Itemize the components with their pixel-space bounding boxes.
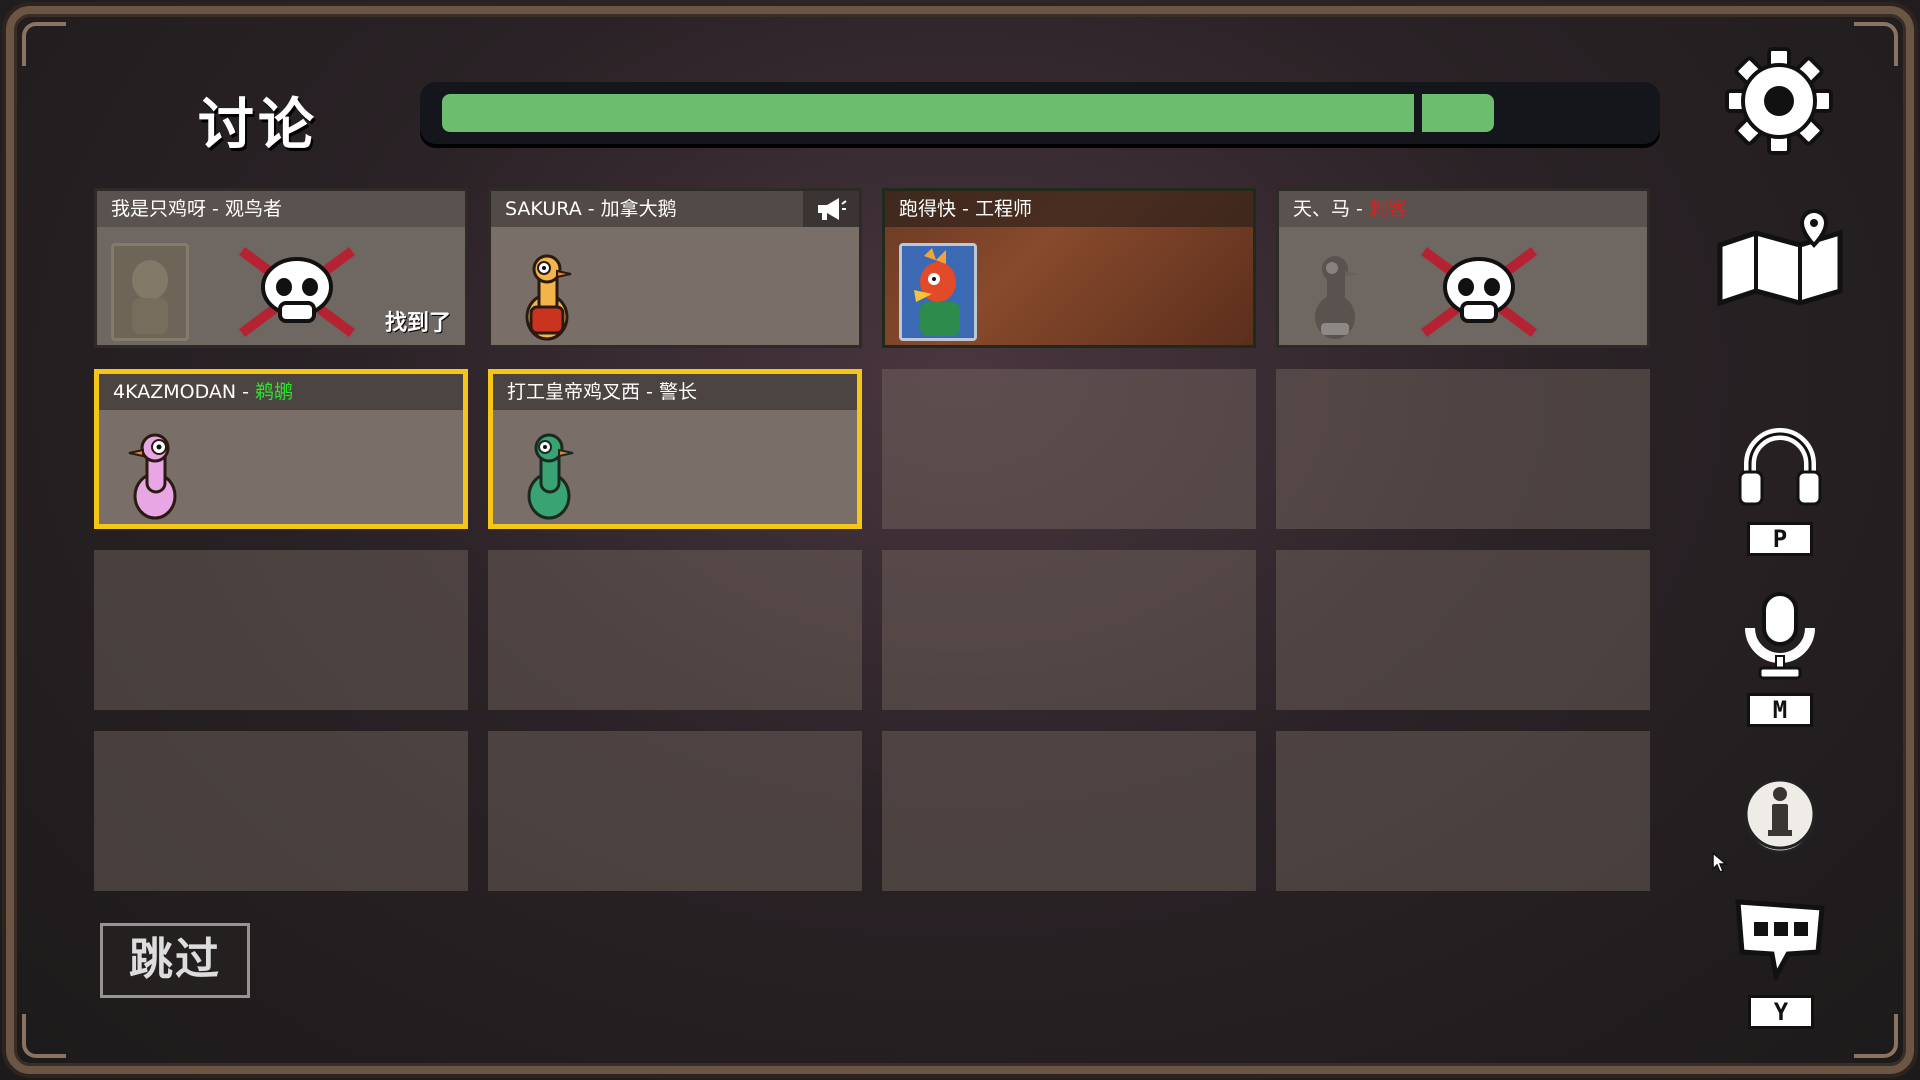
discussion-timer-bar [420,82,1660,144]
player-portrait [111,243,189,341]
frame-corner [22,22,66,66]
player-portrait [899,243,977,341]
player-card[interactable]: 打工皇帝鸡叉西 - 警长 [488,369,862,529]
player-header: 4KAZMODAN - 鹈鹕 [99,374,463,410]
empty-player-slot [1276,731,1650,891]
timer-fill [442,94,1494,132]
dead-skull-icon [1421,246,1537,338]
info-icon[interactable] [1740,774,1820,854]
dead-skull-icon [239,246,355,338]
goose-avatar [525,254,572,341]
player-card[interactable]: 我是只鸡呀 - 观鸟者 找到了 [94,188,468,348]
empty-player-slot [94,550,468,710]
player-card[interactable]: 4KAZMODAN - 鹈鹕 [94,369,468,529]
map-icon[interactable] [1712,205,1850,317]
player-name: 跑得快 [899,198,957,220]
empty-player-slot [94,731,468,891]
microphone-hotkey: M [1747,693,1813,727]
headphones-icon[interactable] [1738,424,1822,508]
goose-avatar [1315,256,1359,339]
empty-player-slot [488,731,862,891]
player-role: 工程师 [974,198,1032,220]
player-name: 天、马 [1293,198,1351,220]
goose-avatar [527,433,574,520]
player-header: 跑得快 - 工程师 [885,191,1253,227]
chat-icon[interactable] [1732,896,1828,980]
empty-player-slot [1276,550,1650,710]
empty-player-slot [882,369,1256,529]
player-role: 刺客 [1368,198,1407,220]
empty-player-slot [1276,369,1650,529]
player-role: 加拿大鹅 [600,198,677,220]
chat-hotkey: Y [1748,995,1814,1029]
goose-avatar [128,433,177,520]
found-label: 找到了 [384,311,451,336]
headphones-hotkey: P [1747,522,1813,556]
player-card[interactable]: 跑得快 - 工程师 [882,188,1256,348]
frame-corner [22,1014,66,1058]
frame-corner [1854,22,1898,66]
timer-marker [1414,90,1422,136]
phase-title: 讨论 [198,93,318,158]
player-card[interactable]: 天、马 - 刺客 [1276,188,1650,348]
player-role: 观鸟者 [224,198,282,220]
mouse-cursor-icon [1712,852,1728,873]
player-header: 打工皇帝鸡叉西 - 警长 [493,374,857,410]
player-role: 鹈鹕 [255,381,294,403]
empty-player-slot [882,550,1256,710]
player-header: 天、马 - 刺客 [1279,191,1647,227]
megaphone-icon [803,191,859,227]
player-grid: 我是只鸡呀 - 观鸟者 找到了 SAKURA - 加拿大鹅 跑得快 - 工程师 … [94,188,1650,891]
player-name: SAKURA [505,198,582,220]
player-header: 我是只鸡呀 - 观鸟者 [97,191,465,227]
player-name: 我是只鸡呀 [111,198,207,220]
player-card[interactable]: SAKURA - 加拿大鹅 [488,188,862,348]
microphone-icon[interactable] [1738,592,1822,684]
player-name: 打工皇帝鸡叉西 [507,381,641,403]
empty-player-slot [882,731,1256,891]
player-name: 4KAZMODAN [113,381,237,403]
empty-player-slot [488,550,862,710]
player-role: 警长 [658,381,697,403]
frame-corner [1854,1014,1898,1058]
gear-icon[interactable] [1724,46,1834,156]
skip-vote-button[interactable]: 跳过 [100,923,250,998]
